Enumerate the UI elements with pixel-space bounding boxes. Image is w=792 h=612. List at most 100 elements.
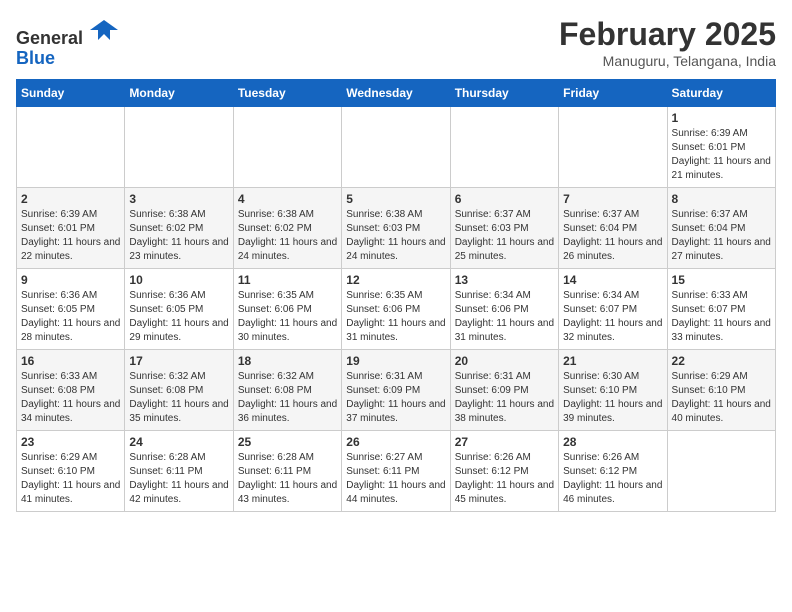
day-info: Sunrise: 6:35 AM Sunset: 6:06 PM Dayligh… (346, 289, 445, 345)
day-number: 19 (346, 354, 445, 368)
calendar-cell: 15 Sunrise: 6:33 AM Sunset: 6:07 PM Dayli… (667, 269, 775, 350)
weekday-header-saturday: Saturday (667, 80, 775, 107)
day-info: Sunrise: 6:33 AM Sunset: 6:08 PM Dayligh… (21, 370, 120, 426)
day-info: Sunrise: 6:38 AM Sunset: 6:02 PM Dayligh… (238, 208, 337, 264)
day-number: 14 (563, 273, 662, 287)
calendar-cell: 26 Sunrise: 6:27 AM Sunset: 6:11 PM Dayli… (342, 431, 450, 512)
calendar-cell: 18Sunrise: 6:32 AM Sunset: 6:08 PM Dayli… (233, 350, 341, 431)
day-number: 2 (21, 192, 120, 206)
day-number: 9 (21, 273, 120, 287)
day-info: Sunrise: 6:37 AM Sunset: 6:03 PM Dayligh… (455, 208, 554, 264)
logo-general-text: General (16, 28, 83, 48)
day-number: 17 (129, 354, 228, 368)
calendar-cell: 7 Sunrise: 6:37 AM Sunset: 6:04 PM Daylig… (559, 188, 667, 269)
day-info: Sunrise: 6:35 AM Sunset: 6:06 PM Dayligh… (238, 289, 337, 345)
calendar-cell: 24Sunrise: 6:28 AM Sunset: 6:11 PM Dayli… (125, 431, 233, 512)
calendar-cell: 11 Sunrise: 6:35 AM Sunset: 6:06 PM Dayli… (233, 269, 341, 350)
weekday-header-sunday: Sunday (17, 80, 125, 107)
day-info: Sunrise: 6:27 AM Sunset: 6:11 PM Dayligh… (346, 451, 445, 507)
day-info: Sunrise: 6:34 AM Sunset: 6:07 PM Dayligh… (563, 289, 662, 345)
day-number: 22 (672, 354, 771, 368)
day-number: 3 (129, 192, 228, 206)
day-info: Sunrise: 6:39 AM Sunset: 6:01 PM Dayligh… (21, 208, 120, 264)
calendar-cell: 12 Sunrise: 6:35 AM Sunset: 6:06 PM Dayli… (342, 269, 450, 350)
day-info: Sunrise: 6:32 AM Sunset: 6:08 PM Dayligh… (238, 370, 337, 426)
calendar-cell: 16 Sunrise: 6:33 AM Sunset: 6:08 PM Dayli… (17, 350, 125, 431)
day-number: 6 (455, 192, 554, 206)
day-info: Sunrise: 6:36 AM Sunset: 6:05 PM Dayligh… (21, 289, 120, 345)
day-info: Sunrise: 6:30 AM Sunset: 6:10 PM Dayligh… (563, 370, 662, 426)
calendar-cell: 13Sunrise: 6:34 AM Sunset: 6:06 PM Dayli… (450, 269, 558, 350)
calendar-cell: 25 Sunrise: 6:28 AM Sunset: 6:11 PM Dayli… (233, 431, 341, 512)
calendar-cell: 17 Sunrise: 6:32 AM Sunset: 6:08 PM Dayli… (125, 350, 233, 431)
day-info: Sunrise: 6:32 AM Sunset: 6:08 PM Dayligh… (129, 370, 228, 426)
day-info: Sunrise: 6:26 AM Sunset: 6:12 PM Dayligh… (455, 451, 554, 507)
week-row-1: 1 Sunrise: 6:39 AM Sunset: 6:01 PM Daylig… (17, 107, 776, 188)
calendar-cell: 2 Sunrise: 6:39 AM Sunset: 6:01 PM Daylig… (17, 188, 125, 269)
page-header: General Blue February 2025 Manuguru, Tel… (16, 16, 776, 69)
calendar-cell: 4 Sunrise: 6:38 AM Sunset: 6:02 PM Daylig… (233, 188, 341, 269)
calendar-cell (667, 431, 775, 512)
day-number: 20 (455, 354, 554, 368)
calendar-cell (342, 107, 450, 188)
day-number: 1 (672, 111, 771, 125)
calendar-cell: 28 Sunrise: 6:26 AM Sunset: 6:12 PM Dayli… (559, 431, 667, 512)
calendar-cell: 23Sunrise: 6:29 AM Sunset: 6:10 PM Dayli… (17, 431, 125, 512)
weekday-header-tuesday: Tuesday (233, 80, 341, 107)
day-number: 13 (455, 273, 554, 287)
calendar-cell: 1 Sunrise: 6:39 AM Sunset: 6:01 PM Daylig… (667, 107, 775, 188)
calendar-cell: 14 Sunrise: 6:34 AM Sunset: 6:07 PM Dayli… (559, 269, 667, 350)
calendar-cell (125, 107, 233, 188)
day-info: Sunrise: 6:29 AM Sunset: 6:10 PM Dayligh… (672, 370, 771, 426)
day-number: 4 (238, 192, 337, 206)
weekday-header-thursday: Thursday (450, 80, 558, 107)
weekday-header-row: SundayMondayTuesdayWednesdayThursdayFrid… (17, 80, 776, 107)
day-info: Sunrise: 6:31 AM Sunset: 6:09 PM Dayligh… (455, 370, 554, 426)
day-number: 15 (672, 273, 771, 287)
calendar-cell (17, 107, 125, 188)
month-title: February 2025 (559, 16, 776, 53)
calendar-cell: 8 Sunrise: 6:37 AM Sunset: 6:04 PM Daylig… (667, 188, 775, 269)
day-info: Sunrise: 6:39 AM Sunset: 6:01 PM Dayligh… (672, 127, 771, 183)
day-info: Sunrise: 6:26 AM Sunset: 6:12 PM Dayligh… (563, 451, 662, 507)
calendar-cell: 19 Sunrise: 6:31 AM Sunset: 6:09 PM Dayli… (342, 350, 450, 431)
calendar-cell (450, 107, 558, 188)
day-info: Sunrise: 6:37 AM Sunset: 6:04 PM Dayligh… (563, 208, 662, 264)
day-number: 8 (672, 192, 771, 206)
day-info: Sunrise: 6:29 AM Sunset: 6:10 PM Dayligh… (21, 451, 120, 507)
day-number: 28 (563, 435, 662, 449)
day-number: 27 (455, 435, 554, 449)
week-row-4: 16 Sunrise: 6:33 AM Sunset: 6:08 PM Dayli… (17, 350, 776, 431)
day-info: Sunrise: 6:38 AM Sunset: 6:03 PM Dayligh… (346, 208, 445, 264)
logo-bird-icon (90, 16, 118, 44)
day-number: 11 (238, 273, 337, 287)
week-row-2: 2 Sunrise: 6:39 AM Sunset: 6:01 PM Daylig… (17, 188, 776, 269)
day-info: Sunrise: 6:33 AM Sunset: 6:07 PM Dayligh… (672, 289, 771, 345)
calendar-cell: 5 Sunrise: 6:38 AM Sunset: 6:03 PM Daylig… (342, 188, 450, 269)
calendar-cell: 27 Sunrise: 6:26 AM Sunset: 6:12 PM Dayli… (450, 431, 558, 512)
calendar-cell: 20 Sunrise: 6:31 AM Sunset: 6:09 PM Dayli… (450, 350, 558, 431)
calendar-cell: 21Sunrise: 6:30 AM Sunset: 6:10 PM Dayli… (559, 350, 667, 431)
day-number: 10 (129, 273, 228, 287)
day-number: 5 (346, 192, 445, 206)
day-info: Sunrise: 6:36 AM Sunset: 6:05 PM Dayligh… (129, 289, 228, 345)
day-number: 26 (346, 435, 445, 449)
day-number: 25 (238, 435, 337, 449)
logo-blue-text: Blue (16, 48, 55, 68)
day-info: Sunrise: 6:28 AM Sunset: 6:11 PM Dayligh… (129, 451, 228, 507)
calendar-cell (233, 107, 341, 188)
calendar-cell: 6 Sunrise: 6:37 AM Sunset: 6:03 PM Daylig… (450, 188, 558, 269)
week-row-5: 23Sunrise: 6:29 AM Sunset: 6:10 PM Dayli… (17, 431, 776, 512)
day-number: 7 (563, 192, 662, 206)
calendar-cell (559, 107, 667, 188)
weekday-header-monday: Monday (125, 80, 233, 107)
day-info: Sunrise: 6:28 AM Sunset: 6:11 PM Dayligh… (238, 451, 337, 507)
day-number: 12 (346, 273, 445, 287)
day-info: Sunrise: 6:37 AM Sunset: 6:04 PM Dayligh… (672, 208, 771, 264)
location-text: Manuguru, Telangana, India (559, 53, 776, 69)
logo: General Blue (16, 16, 118, 69)
day-number: 16 (21, 354, 120, 368)
day-info: Sunrise: 6:31 AM Sunset: 6:09 PM Dayligh… (346, 370, 445, 426)
calendar-cell: 22 Sunrise: 6:29 AM Sunset: 6:10 PM Dayli… (667, 350, 775, 431)
calendar-cell: 9 Sunrise: 6:36 AM Sunset: 6:05 PM Daylig… (17, 269, 125, 350)
